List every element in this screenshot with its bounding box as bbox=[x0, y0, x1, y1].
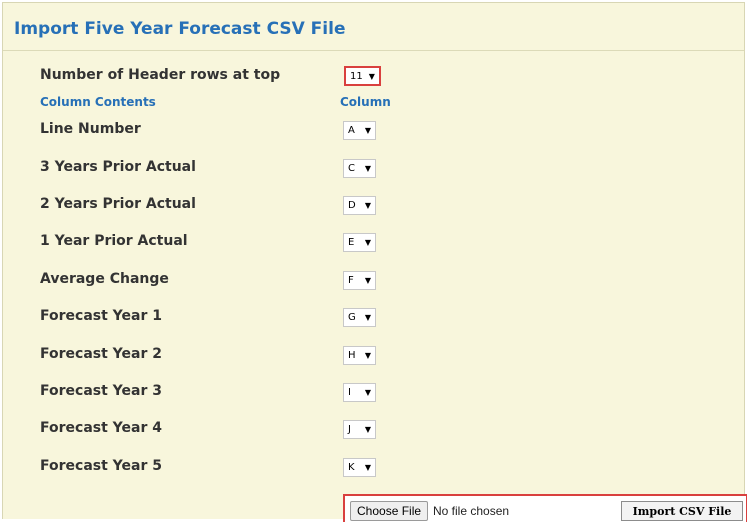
import-panel: Import Five Year Forecast CSV File Numbe… bbox=[2, 2, 747, 522]
field-column-select[interactable]: J ▼ bbox=[343, 420, 376, 439]
field-label: Forecast Year 1 bbox=[40, 308, 162, 324]
field-column-value: A bbox=[348, 125, 355, 136]
header-rows-select[interactable]: 11 ▼ bbox=[344, 66, 381, 86]
header-rows-label: Number of Header rows at top bbox=[40, 67, 281, 83]
field-label: Forecast Year 3 bbox=[40, 383, 162, 399]
import-csv-button[interactable]: Import CSV File bbox=[621, 501, 743, 521]
chevron-down-icon: ▼ bbox=[364, 238, 371, 247]
field-column-select[interactable]: D ▼ bbox=[343, 196, 376, 215]
chevron-down-icon: ▼ bbox=[364, 201, 371, 210]
column-header: Column bbox=[340, 95, 391, 109]
choose-file-button[interactable]: Choose File bbox=[350, 501, 429, 521]
field-column-value: F bbox=[348, 275, 354, 286]
field-column-value: K bbox=[348, 462, 355, 473]
field-column-value: C bbox=[348, 163, 355, 174]
file-status: No file chosen bbox=[433, 504, 510, 518]
field-label: 3 Years Prior Actual bbox=[40, 159, 196, 175]
chevron-down-icon: ▼ bbox=[368, 71, 375, 81]
chevron-down-icon: ▼ bbox=[364, 425, 371, 434]
field-column-value: E bbox=[348, 237, 355, 248]
chevron-down-icon: ▼ bbox=[364, 313, 371, 322]
page-title: Import Five Year Forecast CSV File bbox=[14, 19, 346, 39]
header-rows-value: 11 bbox=[350, 70, 363, 82]
chevron-down-icon: ▼ bbox=[364, 164, 371, 173]
field-column-value: G bbox=[348, 312, 356, 323]
field-column-select[interactable]: I ▼ bbox=[343, 383, 376, 402]
chevron-down-icon: ▼ bbox=[364, 463, 371, 472]
field-column-value: I bbox=[348, 387, 351, 398]
title-divider bbox=[3, 50, 744, 51]
field-label: 1 Year Prior Actual bbox=[40, 233, 188, 249]
field-label: Forecast Year 2 bbox=[40, 346, 162, 362]
field-column-value: J bbox=[348, 424, 351, 435]
chevron-down-icon: ▼ bbox=[364, 276, 371, 285]
field-column-select[interactable]: C ▼ bbox=[343, 159, 376, 178]
field-column-value: H bbox=[348, 350, 356, 361]
field-label: Forecast Year 5 bbox=[40, 458, 162, 474]
field-column-select[interactable]: A ▼ bbox=[343, 121, 376, 140]
column-contents-header: Column Contents bbox=[40, 95, 156, 109]
chevron-down-icon: ▼ bbox=[364, 351, 371, 360]
field-label: Average Change bbox=[40, 271, 169, 287]
field-column-value: D bbox=[348, 200, 356, 211]
field-label: 2 Years Prior Actual bbox=[40, 196, 196, 212]
field-column-select[interactable]: K ▼ bbox=[343, 458, 376, 477]
field-column-select[interactable]: F ▼ bbox=[343, 271, 376, 290]
chevron-down-icon: ▼ bbox=[364, 388, 371, 397]
chevron-down-icon: ▼ bbox=[364, 126, 371, 135]
field-column-select[interactable]: E ▼ bbox=[343, 233, 376, 252]
field-column-select[interactable]: G ▼ bbox=[343, 308, 376, 327]
field-label: Line Number bbox=[40, 121, 141, 137]
field-label: Forecast Year 4 bbox=[40, 420, 162, 436]
field-column-select[interactable]: H ▼ bbox=[343, 346, 376, 365]
file-upload-area: Choose File No file chosen Import CSV Fi… bbox=[343, 494, 747, 522]
